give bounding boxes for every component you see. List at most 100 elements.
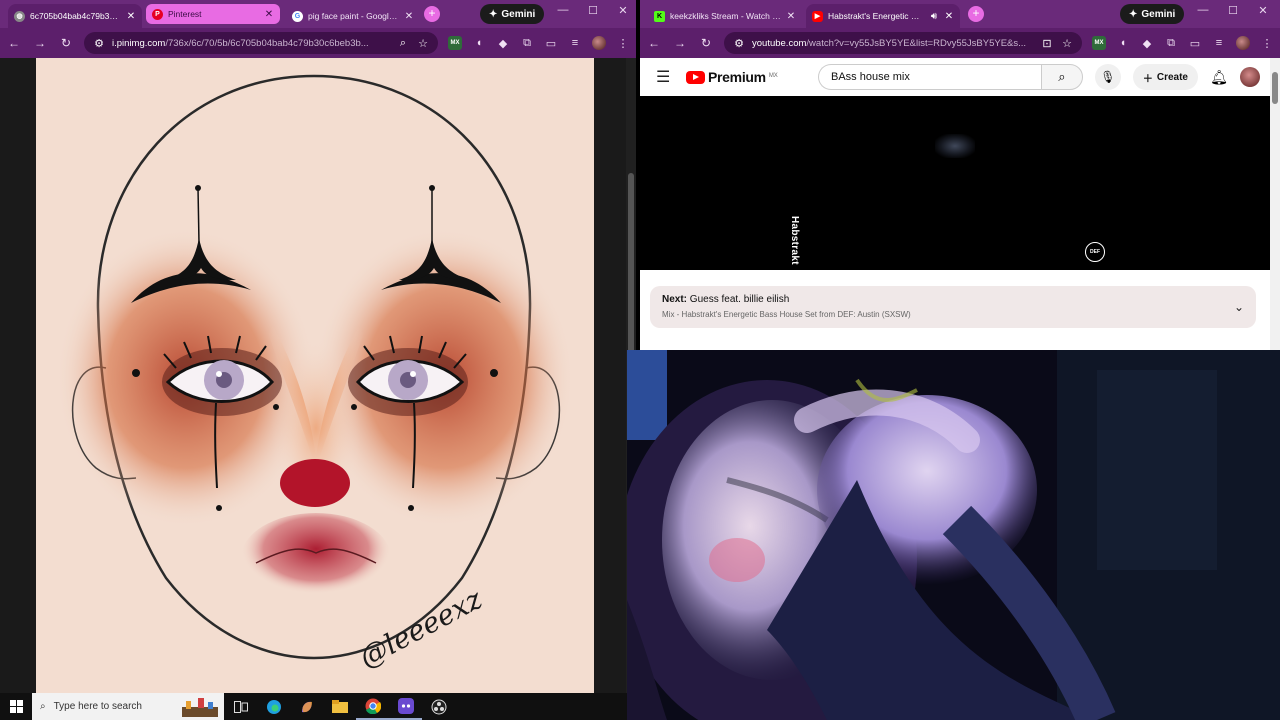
extension-diamond-icon[interactable]: ◆ <box>1140 36 1154 50</box>
obs-studio-icon[interactable] <box>422 693 455 720</box>
channel-watermark: Habstrakt <box>789 216 800 265</box>
zoom-icon[interactable]: ⌕ <box>396 36 410 50</box>
close-tab-icon[interactable]: ✕ <box>786 11 796 22</box>
search-icon[interactable]: ⌕ <box>1040 64 1083 90</box>
task-view-icon[interactable] <box>224 693 257 720</box>
logo-text: Premium <box>708 69 766 85</box>
close-window-icon[interactable]: ✕ <box>1248 4 1278 17</box>
extension-mx-icon[interactable]: MX <box>1092 36 1106 50</box>
close-tab-icon[interactable]: ✕ <box>944 11 954 22</box>
audio-extension-icon[interactable]: ◖ <box>1116 36 1130 50</box>
tab-google-search[interactable]: G pig face paint - Google S ✕ <box>286 4 420 28</box>
youtube-play-icon <box>686 70 705 84</box>
sparkle-icon: ✦ <box>489 8 498 20</box>
region-code: MX <box>768 73 778 79</box>
reload-icon[interactable]: ↻ <box>698 36 714 50</box>
gemini-button[interactable]: ✦ Gemini <box>1120 4 1185 24</box>
tab-youtube-video[interactable]: ▶ Habstrakt's Energetic Bass 🔊︎ ✕ <box>806 4 960 28</box>
site-info-icon[interactable]: ⚙ <box>732 36 746 50</box>
google-favicon-icon: G <box>292 10 303 22</box>
menu-kebab-icon[interactable]: ⋮ <box>1260 36 1274 50</box>
screen: ◍ 6c705b04bab4c79b30c6b ✕ P Pinterest ✕ … <box>0 0 1280 720</box>
right-toolbar: ← → ↻ ⚙ youtube.com/watch?v=vy55JsBY5YE&… <box>640 28 1280 58</box>
windows-start-icon[interactable] <box>0 693 32 720</box>
tab-kick-stream[interactable]: K keekzkliks Stream - Watch Live ✕ <box>648 4 802 28</box>
minimize-icon[interactable]: — <box>1188 4 1218 16</box>
close-tab-icon[interactable]: ✕ <box>264 9 274 20</box>
bookmark-star-icon[interactable]: ☆ <box>416 36 430 50</box>
close-tab-icon[interactable]: ✕ <box>404 11 414 22</box>
file-explorer-icon[interactable] <box>323 693 356 720</box>
new-tab-button[interactable]: + <box>968 6 984 22</box>
gemini-button[interactable]: ✦ Gemini <box>480 4 545 24</box>
up-next-subtitle: Mix - Habstrakt's Energetic Bass House S… <box>662 310 911 319</box>
youtube-page: ☰ Premium MX BAss house mix ⌕ 🎙︎ ＋ Creat… <box>640 58 1280 350</box>
back-arrow-icon[interactable]: ← <box>646 36 662 50</box>
taskbar-search[interactable]: ⌕ Type here to search <box>32 693 224 720</box>
extension-mx-icon[interactable]: MX <box>448 36 462 50</box>
kick-favicon-icon: K <box>654 10 665 22</box>
close-tab-icon[interactable]: ✕ <box>126 11 136 22</box>
extension-diamond-icon[interactable]: ◆ <box>496 36 510 50</box>
media-controls-icon[interactable]: ≡ <box>568 36 582 50</box>
microphone-icon[interactable]: 🎙︎ <box>1094 64 1121 90</box>
tab-title: keekzkliks Stream - Watch Live <box>670 11 781 21</box>
search-highlight-icon <box>182 698 218 717</box>
close-window-icon[interactable]: ✕ <box>608 4 638 17</box>
left-browser-window: ◍ 6c705b04bab4c79b30c6b ✕ P Pinterest ✕ … <box>0 0 636 58</box>
up-next-card[interactable]: Next: Guess feat. billie eilish Mix - Ha… <box>650 286 1256 328</box>
notifications-bell-icon[interactable]: 🔔︎ <box>1210 69 1228 86</box>
up-next-label: Next: <box>662 294 688 305</box>
new-tab-button[interactable]: + <box>424 6 440 22</box>
media-controls-icon[interactable]: ≡ <box>1212 36 1226 50</box>
search-icon: ⌕ <box>40 701 46 712</box>
tab-pinterest[interactable]: P Pinterest ✕ <box>146 4 280 24</box>
create-label: Create <box>1156 71 1188 83</box>
globe-favicon-icon: ◍ <box>14 10 25 22</box>
stage-light <box>935 134 975 158</box>
youtube-logo[interactable]: Premium MX <box>686 69 806 85</box>
address-bar[interactable]: ⚙ i.pinimg.com/736x/6c/70/5b/6c705b04bab… <box>84 32 438 54</box>
taskbar-search-placeholder: Type here to search <box>53 701 142 712</box>
windows-taskbar: ⌕ Type here to search <box>0 693 627 720</box>
menu-kebab-icon[interactable]: ⋮ <box>616 36 630 50</box>
gemini-label: Gemini <box>501 8 536 20</box>
account-avatar[interactable] <box>1240 67 1260 87</box>
forward-arrow-icon[interactable]: → <box>32 36 48 50</box>
maximize-icon[interactable]: ☐ <box>578 4 608 17</box>
audio-playing-icon[interactable]: 🔊︎ <box>929 11 939 22</box>
create-button[interactable]: ＋ Create <box>1132 64 1198 90</box>
search-input[interactable]: BAss house mix <box>818 64 1041 90</box>
def-badge-icon: DEF <box>1085 242 1105 262</box>
back-arrow-icon[interactable]: ← <box>6 36 22 50</box>
video-player[interactable]: Habstrakt DEF <box>640 96 1270 270</box>
tab-search-icon[interactable]: ▭ <box>1188 36 1202 50</box>
address-bar[interactable]: ⚙ youtube.com/watch?v=vy55JsBY5YE&list=R… <box>724 32 1082 54</box>
extensions-puzzle-icon[interactable]: ⧉ <box>520 36 534 50</box>
tab-title: Pinterest <box>168 9 202 19</box>
plus-icon: ＋ <box>1142 73 1153 85</box>
hamburger-menu-icon[interactable]: ☰ <box>656 67 674 87</box>
site-info-icon[interactable]: ⚙ <box>92 36 106 50</box>
bookmark-star-icon[interactable]: ☆ <box>1060 36 1074 50</box>
profile-avatar[interactable] <box>1236 36 1250 50</box>
tab-search-icon[interactable]: ▭ <box>544 36 558 50</box>
forward-arrow-icon[interactable]: → <box>672 36 688 50</box>
discord-icon[interactable] <box>389 693 422 720</box>
youtube-scrollbar[interactable] <box>1270 58 1280 350</box>
profile-avatar[interactable] <box>592 36 606 50</box>
minimize-icon[interactable]: — <box>548 4 578 16</box>
chevron-down-icon[interactable]: ⌄ <box>1234 300 1244 314</box>
chrome-icon[interactable] <box>356 693 389 720</box>
tab-title: Habstrakt's Energetic Bass <box>828 11 924 21</box>
extensions-puzzle-icon[interactable]: ⧉ <box>1164 36 1178 50</box>
reload-icon[interactable]: ↻ <box>58 36 74 50</box>
youtube-header: ☰ Premium MX BAss house mix ⌕ 🎙︎ ＋ Creat… <box>640 58 1270 96</box>
install-app-icon[interactable]: ⊡ <box>1040 36 1054 50</box>
audio-extension-icon[interactable]: ◖ <box>472 36 486 50</box>
maximize-icon[interactable]: ☐ <box>1218 4 1248 17</box>
copilot-icon[interactable] <box>290 693 323 720</box>
edge-browser-icon[interactable] <box>257 693 290 720</box>
right-tabstrip: K keekzkliks Stream - Watch Live ✕ ▶ Hab… <box>640 0 1280 28</box>
tab-image-page[interactable]: ◍ 6c705b04bab4c79b30c6b ✕ <box>8 4 142 28</box>
